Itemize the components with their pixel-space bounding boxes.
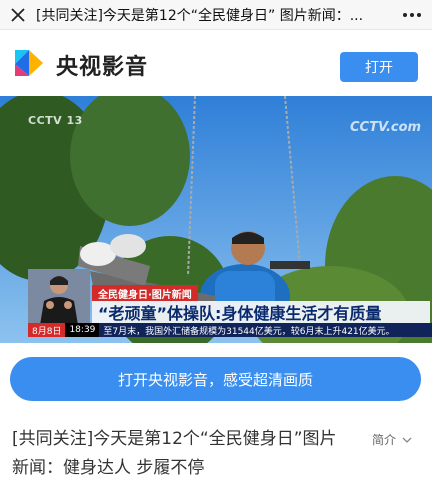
sign-language-inset: [28, 269, 90, 325]
site-watermark: CCTV.com: [350, 120, 422, 135]
intro-label: 简介: [372, 433, 397, 447]
chevron-down-icon: [402, 437, 412, 443]
more-dots-icon: [403, 12, 407, 17]
article-headline: [共同关注]今天是第12个“全民健身日”图片新闻：健身达人 步履不停: [12, 429, 337, 478]
page-title: [共同关注]今天是第12个“全民健身日” 图片新闻：...: [36, 7, 364, 24]
close-button[interactable]: [0, 0, 36, 30]
open-app-button[interactable]: 打开: [340, 52, 418, 82]
channel-watermark: CCTV 13: [28, 114, 83, 127]
ticker-text: 至7月末，我国外汇储备规模为31544亿美元，较6月末上升421亿美元。: [103, 326, 395, 337]
ticker-date: 8月8日: [28, 323, 66, 337]
app-banner: 央视影音 打开: [0, 30, 432, 96]
app-name: 央视影音: [56, 55, 149, 80]
news-ticker: 8月8日 18:39 至7月末，我国外汇储备规模为31544亿美元，较6月末上升…: [28, 323, 432, 337]
sign-language-interpreter-image: [28, 269, 90, 325]
app-logo-icon: [12, 46, 46, 80]
intro-toggle[interactable]: 简介: [372, 431, 412, 448]
news-tag: 全民健身日·图片新闻: [92, 285, 198, 301]
close-icon: [11, 7, 25, 22]
open-app-hd-button[interactable]: 打开央视影音，感受超清画质: [10, 357, 421, 401]
ticker-time: 18:39: [65, 323, 100, 337]
browser-top-bar: [共同关注]今天是第12个“全民健身日” 图片新闻：...: [0, 0, 432, 30]
more-button[interactable]: [392, 0, 432, 30]
video-player[interactable]: CCTV 13 CCTV.com 全民健身日·图片新闻 “老顽童”体操队:身体健…: [0, 96, 432, 343]
video-caption: “老顽童”体操队:身体健康生活才有质量: [92, 301, 430, 323]
